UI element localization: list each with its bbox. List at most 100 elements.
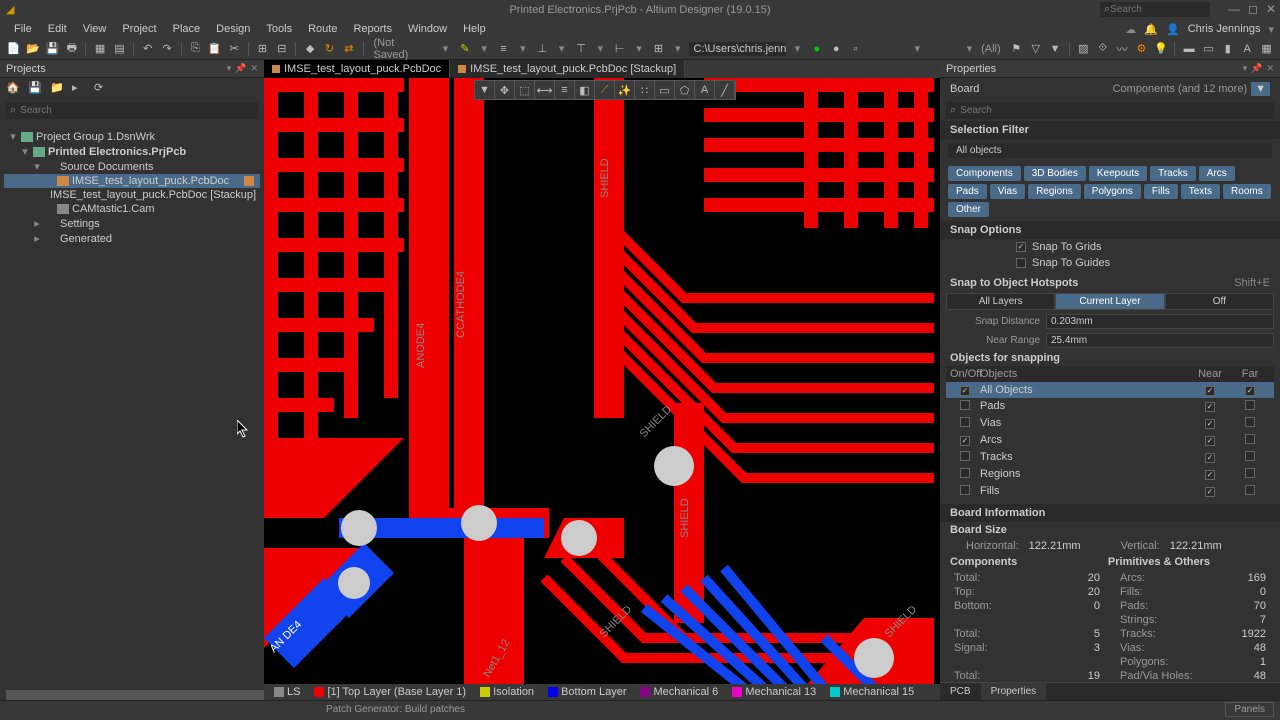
marker-button[interactable]: ✎ [457,41,472,57]
project-tree[interactable]: ▾Project Group 1.DsnWrk▾Printed Electron… [0,123,264,690]
panels-button[interactable]: Panels [1225,702,1274,717]
menu-place[interactable]: Place [165,21,209,37]
layer-tab[interactable]: LS [268,685,306,699]
seg-current-layer[interactable]: Current Layer [1055,293,1164,310]
bulb-icon[interactable]: 💡 [1153,41,1168,57]
tree-item[interactable]: ▾Source Documents [4,159,260,174]
nav-btn2[interactable]: ● [828,41,843,57]
menu-view[interactable]: View [75,21,115,37]
search-input[interactable] [1110,4,1200,15]
pane3-button[interactable]: ▮ [1220,41,1235,57]
sel-filter-hdr[interactable]: Selection Filter [950,124,1029,136]
layer-tab[interactable]: Isolation [474,685,540,699]
menu-reports[interactable]: Reports [345,21,400,37]
menu-window[interactable]: Window [400,21,455,37]
board-info-hdr[interactable]: Board Information [950,507,1045,519]
paste-button[interactable]: 📋 [207,41,222,57]
tree-item[interactable]: IMSE_test_layout_puck.PcbDoc [Stackup] [4,188,260,202]
snap-guides-chk[interactable] [1016,258,1026,268]
snap-row[interactable]: ✓Arcs✓ [946,432,1274,449]
filter-icon[interactable]: ▼ [1251,82,1270,96]
proj-compile-icon[interactable]: ▸ [72,81,86,95]
menu-design[interactable]: Design [208,21,258,37]
align4-button[interactable]: ⊤ [573,41,588,57]
ft-text[interactable]: A [695,81,715,99]
doc-tab[interactable]: IMSE_test_layout_puck.PcbDoc [Stackup] [450,60,685,78]
undo-button[interactable]: ↶ [140,41,155,57]
wave-button[interactable]: 〰 [1114,41,1129,57]
filter-btn[interactable]: Components [948,166,1021,181]
tree-item[interactable]: ▸Settings [4,216,260,231]
grid2-button[interactable]: ⊞ [651,41,666,57]
layer-tab[interactable]: Bottom Layer [542,685,632,699]
tree-item[interactable]: ▾Printed Electronics.PrjPcb [4,144,260,159]
path-display[interactable]: C:\Users\chris.jennings\Desktop\P [689,42,785,56]
snap-row[interactable]: Regions✓ [946,466,1274,483]
panel-pin-icon[interactable]: 📌 [235,63,246,74]
snap-row[interactable]: Pads✓ [946,398,1274,415]
snap-row[interactable]: Fills✓ [946,483,1274,500]
flip-button[interactable]: ⇄ [341,41,356,57]
redo-button[interactable]: ↷ [159,41,174,57]
ft-rect[interactable]: ▭ [655,81,675,99]
align2-button[interactable]: ≡ [496,41,511,57]
panel-close-icon[interactable]: ✕ [250,63,258,74]
ft-select[interactable]: ⬚ [515,81,535,99]
panel-options-icon[interactable]: ▾ [227,63,232,74]
layer-tab[interactable]: Mechanical 13 [726,685,822,699]
user-dropdown-icon[interactable]: ▾ [1268,23,1274,36]
filter-btn[interactable]: Pads [948,184,987,199]
filter-btn[interactable]: Arcs [1199,166,1235,181]
save-button[interactable]: 💾 [45,41,60,57]
ft-clear[interactable]: ✨ [615,81,635,99]
close-button[interactable]: ✕ [1266,2,1276,16]
ft-route[interactable]: ⟋ [595,81,615,99]
seg-off[interactable]: Off [1165,293,1274,310]
snap-grids-chk[interactable]: ✓ [1016,242,1026,252]
filter-btn[interactable]: Keepouts [1089,166,1147,181]
filter-btn[interactable]: Vias [990,184,1025,199]
dd1[interactable]: ▾ [438,42,453,55]
seg-all-layers[interactable]: All Layers [946,293,1055,310]
filter-btn[interactable]: Texts [1181,184,1220,199]
snap-row[interactable]: ✓All Objects✓✓ [946,382,1274,398]
snap-row[interactable]: Tracks✓ [946,449,1274,466]
snap-row[interactable]: Vias✓ [946,415,1274,432]
prop-opt-icon[interactable]: ▾ [1243,63,1248,74]
proj-save-icon[interactable]: 💾 [28,81,42,95]
proj-folder-icon[interactable]: 📁 [50,81,64,95]
pcb-canvas[interactable]: ANODE4 CCATHODE4 SHIELD SHIELD SHIELD SH… [264,78,940,684]
menu-help[interactable]: Help [455,21,494,37]
tree-item[interactable]: CAMtastic1.Cam [4,202,260,216]
align-button[interactable]: ⊞ [255,41,270,57]
filter-btn[interactable]: Regions [1028,184,1081,199]
align3-button[interactable]: ⊥ [535,41,550,57]
ftab-pcb[interactable]: PCB [940,683,981,700]
pane4-button[interactable]: ▦ [1259,41,1274,57]
doc-button[interactable]: ▤ [112,41,127,57]
cloud-icon[interactable]: ☁ [1125,23,1136,36]
maximize-button[interactable]: ◻ [1248,2,1258,16]
open-button[interactable]: 📂 [25,41,40,57]
menu-file[interactable]: File [6,21,40,37]
snap-opt-hdr[interactable]: Snap Options [950,224,1022,236]
layer-tab[interactable]: Mechanical 15 [824,685,920,699]
rotate-button[interactable]: ↻ [322,41,337,57]
filter-btn[interactable]: Fills [1144,184,1178,199]
filter-btn[interactable]: 3D Bodies [1024,166,1086,181]
print-button[interactable]: 🖶 [64,41,79,57]
ft-poly[interactable]: ⬠ [675,81,695,99]
prop-search-input[interactable] [960,105,1270,116]
filter-btn[interactable]: Other [948,202,989,217]
new-button[interactable]: 📄 [6,41,21,57]
menu-edit[interactable]: Edit [40,21,75,37]
gear-icon[interactable]: ⚙ [1134,41,1149,57]
prop-close-icon[interactable]: ✕ [1266,63,1274,74]
bell-icon[interactable]: 🔔 [1144,23,1158,36]
ft-diff[interactable]: ◧ [575,81,595,99]
doc-tab[interactable]: IMSE_test_layout_puck.PcbDoc [264,60,450,78]
ft-align[interactable]: ≡ [555,81,575,99]
menu-route[interactable]: Route [300,21,345,37]
align5-button[interactable]: ⊢ [612,41,627,57]
nav-btn[interactable]: ● [809,41,824,57]
